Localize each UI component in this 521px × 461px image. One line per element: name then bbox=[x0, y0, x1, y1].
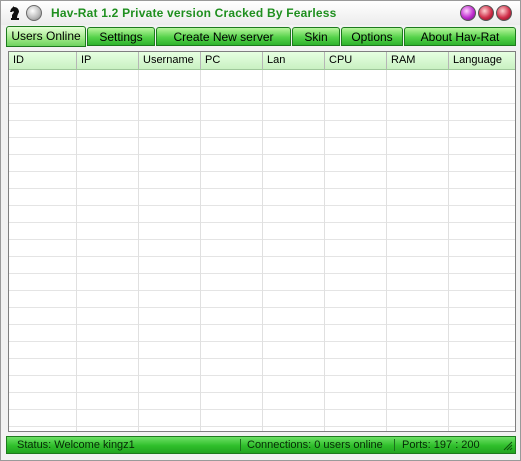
column-header-ip[interactable]: IP bbox=[77, 52, 139, 69]
tab-label: Skin bbox=[304, 30, 328, 44]
status-message: Status: Welcome kingz1 bbox=[17, 439, 135, 451]
chess-knight-icon[interactable] bbox=[8, 5, 22, 21]
column-header-lan[interactable]: Lan bbox=[263, 52, 325, 69]
status-connections: Connections: 0 users online bbox=[247, 439, 383, 451]
maximize-button[interactable] bbox=[478, 5, 494, 21]
column-header-id[interactable]: ID bbox=[9, 52, 77, 69]
window-title: Hav-Rat 1.2 Private version Cracked By F… bbox=[51, 6, 337, 20]
round-gray-button-icon[interactable] bbox=[26, 5, 42, 21]
column-header-cpu[interactable]: CPU bbox=[325, 52, 387, 69]
tab-label: Create New server bbox=[173, 30, 274, 44]
close-button[interactable] bbox=[496, 5, 512, 21]
tab-users-online[interactable]: Users Online bbox=[6, 26, 86, 47]
column-divider bbox=[262, 70, 263, 431]
tab-create-new-server[interactable]: Create New server bbox=[156, 27, 291, 46]
tab-label: Options bbox=[351, 30, 393, 44]
tab-settings[interactable]: Settings bbox=[87, 27, 155, 46]
column-divider bbox=[324, 70, 325, 431]
column-divider bbox=[76, 70, 77, 431]
tab-bar: Users Online Settings Create New server … bbox=[6, 26, 518, 47]
status-divider bbox=[240, 439, 241, 451]
title-bar[interactable]: Hav-Rat 1.2 Private version Cracked By F… bbox=[1, 1, 520, 25]
tab-label: Users Online bbox=[11, 29, 81, 43]
column-header-username[interactable]: Username bbox=[139, 52, 201, 69]
column-divider bbox=[200, 70, 201, 431]
column-divider bbox=[448, 70, 449, 431]
main-window: Hav-Rat 1.2 Private version Cracked By F… bbox=[0, 0, 521, 461]
column-header-language[interactable]: Language bbox=[449, 52, 515, 69]
minimize-button[interactable] bbox=[460, 5, 476, 21]
column-header-pc[interactable]: PC bbox=[201, 52, 263, 69]
column-header-ram[interactable]: RAM bbox=[387, 52, 449, 69]
tab-label: About Hav-Rat bbox=[420, 30, 500, 44]
tab-label: Settings bbox=[99, 30, 143, 44]
column-divider bbox=[138, 70, 139, 431]
tab-options[interactable]: Options bbox=[341, 27, 403, 46]
tab-about-hav-rat[interactable]: About Hav-Rat bbox=[404, 27, 516, 46]
status-bar: Status: Welcome kingz1 Connections: 0 us… bbox=[6, 436, 516, 454]
resize-grip-icon[interactable] bbox=[503, 441, 513, 451]
status-divider bbox=[394, 439, 395, 451]
status-ports: Ports: 197 : 200 bbox=[402, 439, 480, 451]
column-divider bbox=[386, 70, 387, 431]
users-table[interactable]: ID IP Username PC Lan CPU RAM Language bbox=[8, 51, 516, 432]
tab-skin[interactable]: Skin bbox=[292, 27, 340, 46]
table-header: ID IP Username PC Lan CPU RAM Language bbox=[9, 52, 515, 70]
